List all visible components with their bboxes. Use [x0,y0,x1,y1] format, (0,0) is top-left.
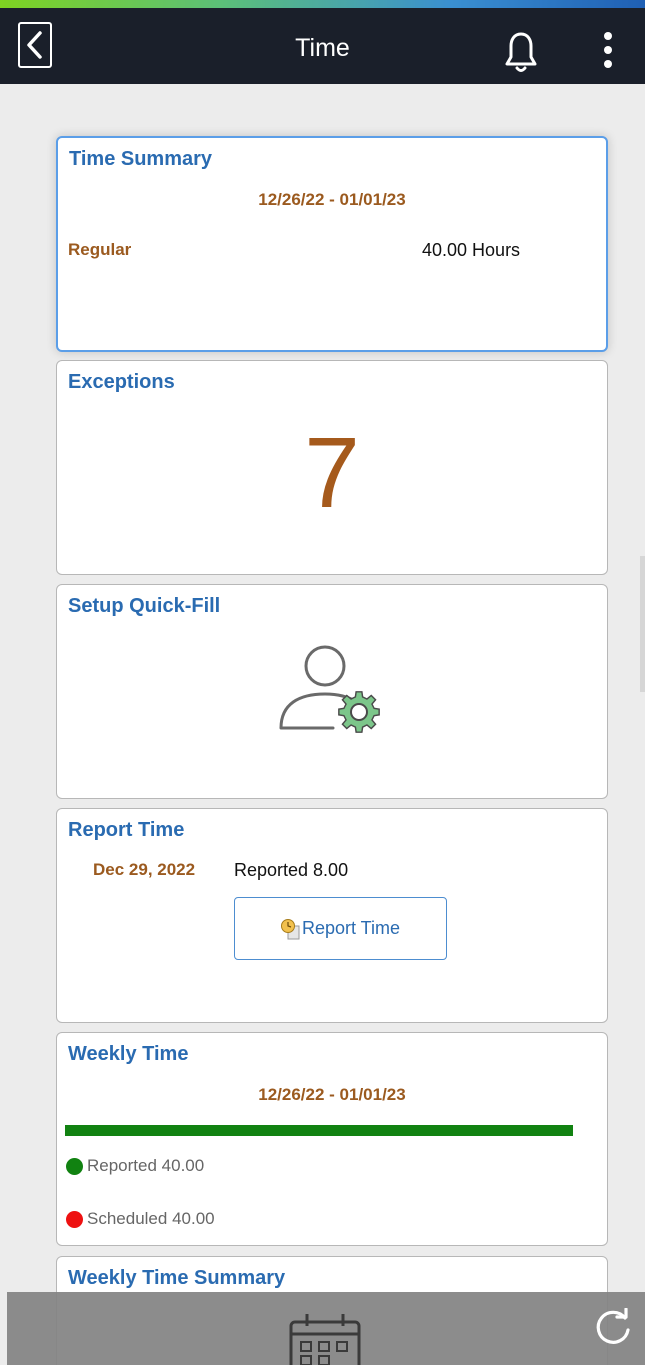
reported-hours: Reported 8.00 [234,860,349,880]
tile-time-summary[interactable]: Time Summary 12/26/22 - 01/01/23 Regular… [56,136,608,352]
page-title: Time [295,34,350,62]
legend-scheduled: Scheduled 40.00 [66,1209,215,1229]
time-type-label: Regular [68,240,132,259]
tile-title: Exceptions [68,371,175,393]
report-time-button-label: Report Time [301,918,401,938]
tile-title: Weekly Time Summary [68,1267,286,1289]
report-date: Dec 29, 2022 [93,860,196,879]
time-type-hours: 40.00 Hours [422,240,521,260]
bottom-overlay-bar [7,1292,645,1365]
legend-label: Reported 40.00 [87,1156,205,1175]
report-time-button[interactable]: Report Time [234,897,447,960]
exceptions-count: 7 [304,417,360,529]
legend-label: Scheduled 40.00 [87,1209,215,1228]
bell-icon [505,32,537,72]
user-gear-icon [279,645,380,733]
top-gradient-bar [0,0,645,8]
kebab-menu-icon [604,32,612,68]
tile-title: Time Summary [69,148,213,170]
clock-document-icon [280,918,300,939]
more-actions-button[interactable] [600,30,616,74]
weekly-progress-bar [65,1125,573,1136]
scheduled-dot-icon [66,1210,83,1228]
tile-title: Weekly Time [68,1043,189,1065]
notifications-button[interactable] [504,30,538,74]
tile-title: Report Time [68,819,185,841]
scrollbar[interactable] [640,556,645,692]
reported-dot-icon [66,1157,83,1175]
tile-exceptions[interactable]: Exceptions 7 [56,360,608,575]
period-label: 12/26/22 - 01/01/23 [258,190,406,209]
period-label: 12/26/22 - 01/01/23 [258,1085,406,1104]
app-header: Time [0,8,645,84]
legend-reported: Reported 40.00 [66,1156,204,1176]
tile-weekly-time[interactable]: Weekly Time 12/26/22 - 01/01/23 Reported… [56,1032,608,1246]
calendar-icon [289,1314,361,1365]
refresh-icon[interactable] [593,1308,633,1348]
tile-setup-quick-fill[interactable]: Setup Quick-Fill [56,584,608,799]
tile-report-time[interactable]: Report Time Dec 29, 2022 Reported 8.00 R… [56,808,608,1023]
tile-title: Setup Quick-Fill [68,595,221,617]
tile-list: Time Summary 12/26/22 - 01/01/23 Regular… [0,84,645,1365]
